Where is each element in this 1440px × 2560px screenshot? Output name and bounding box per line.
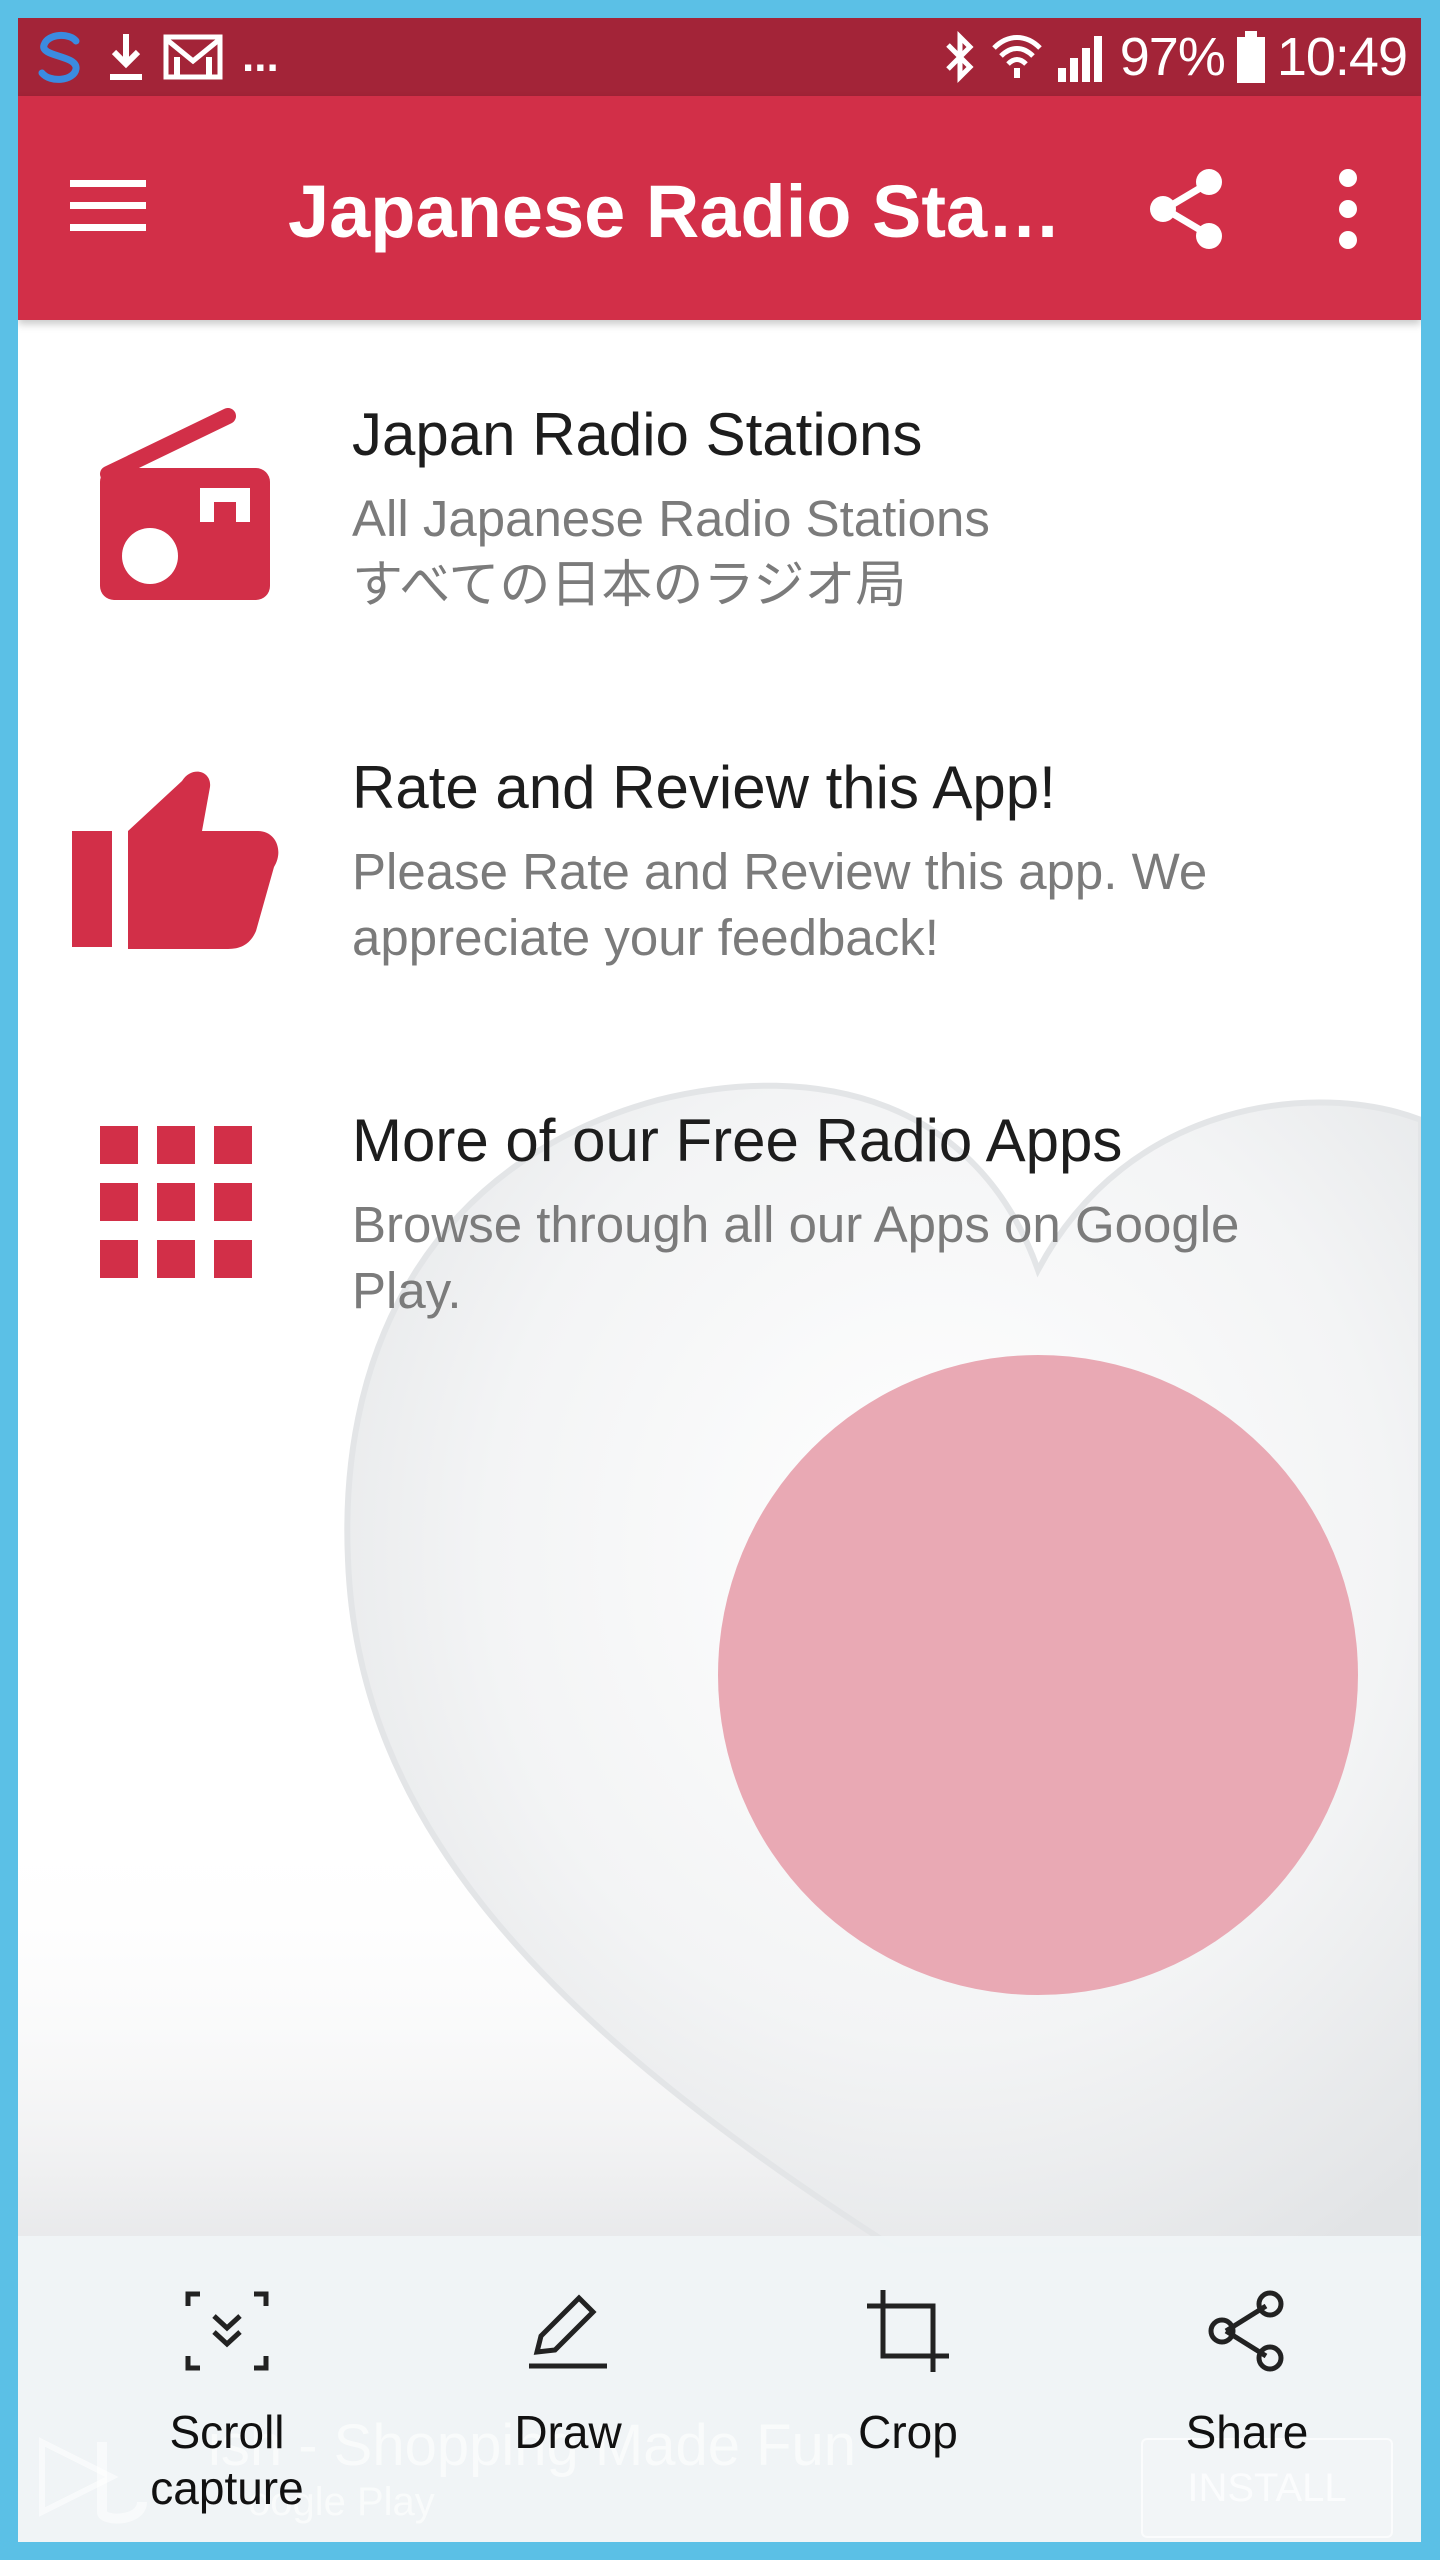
wifi-icon [991,35,1042,78]
grid-icon [100,1126,252,1278]
item-description: Please Rate and Review this app. We appr… [352,843,1208,966]
share-screenshot-button[interactable]: Share [1117,2236,1377,2542]
battery-percent: 97% [1119,27,1226,87]
item-title: Rate and Review this App! [352,754,1056,821]
screenshot-toolbar: ish - Shopping Made Fun oogle Play INSTA… [18,2236,1421,2542]
bluetooth-icon [945,30,974,84]
list-item-rate-review[interactable]: Rate and Review this App! Please Rate an… [18,711,1421,1051]
item-description: Browse through all our Apps on Google Pl… [352,1196,1240,1319]
draw-label: Draw [514,2406,622,2458]
status-bar: ... 97% 10:49 [18,18,1421,96]
item-description-line-japanese: すべての日本のラジオ局 [352,556,907,613]
notification-overflow: ... [242,32,279,81]
share-icon[interactable] [1143,166,1229,252]
item-title: Japan Radio Stations [352,401,923,468]
thumbs-up-icon [72,771,279,949]
item-description: All Japanese Radio Stations すべての日本のラジオ局 [352,486,1352,618]
hamburger-menu-icon[interactable] [68,166,148,246]
crop-icon [867,2290,949,2372]
item-description-line: All Japanese Radio Stations [352,490,990,547]
screen-frame: ... 97% 10:49 Japanese Radio Sta… Japan … [18,18,1421,2542]
clock: 10:49 [1276,27,1408,87]
flag-circle [718,1355,1358,1995]
draw-button[interactable]: Draw [438,2236,698,2542]
share-icon [1208,2290,1284,2372]
list-item-japan-radio-stations[interactable]: Japan Radio Stations All Japanese Radio … [18,358,1421,698]
gmail-icon [163,34,223,80]
crop-label: Crop [858,2406,958,2458]
more-options-icon[interactable] [1318,166,1378,252]
download-icon [110,34,142,80]
share-label: Share [1185,2406,1309,2458]
signal-icon [1057,36,1102,82]
pencil-icon [529,2294,607,2369]
scroll-capture-label: Scroll capture [150,2406,304,2514]
page-title: Japanese Radio Sta… [288,170,1062,253]
crop-button[interactable]: Crop [778,2236,1038,2542]
s-app-icon [38,32,80,83]
list-item-more-apps[interactable]: More of our Free Radio Apps Browse throu… [18,1064,1421,1404]
battery-icon [1236,31,1265,83]
radio-icon [100,408,270,600]
app-bar: Japanese Radio Sta… [18,96,1421,320]
scroll-capture-button[interactable]: Scroll capture [97,2236,357,2542]
item-title: More of our Free Radio Apps [352,1107,1123,1174]
scroll-capture-icon [185,2291,269,2371]
